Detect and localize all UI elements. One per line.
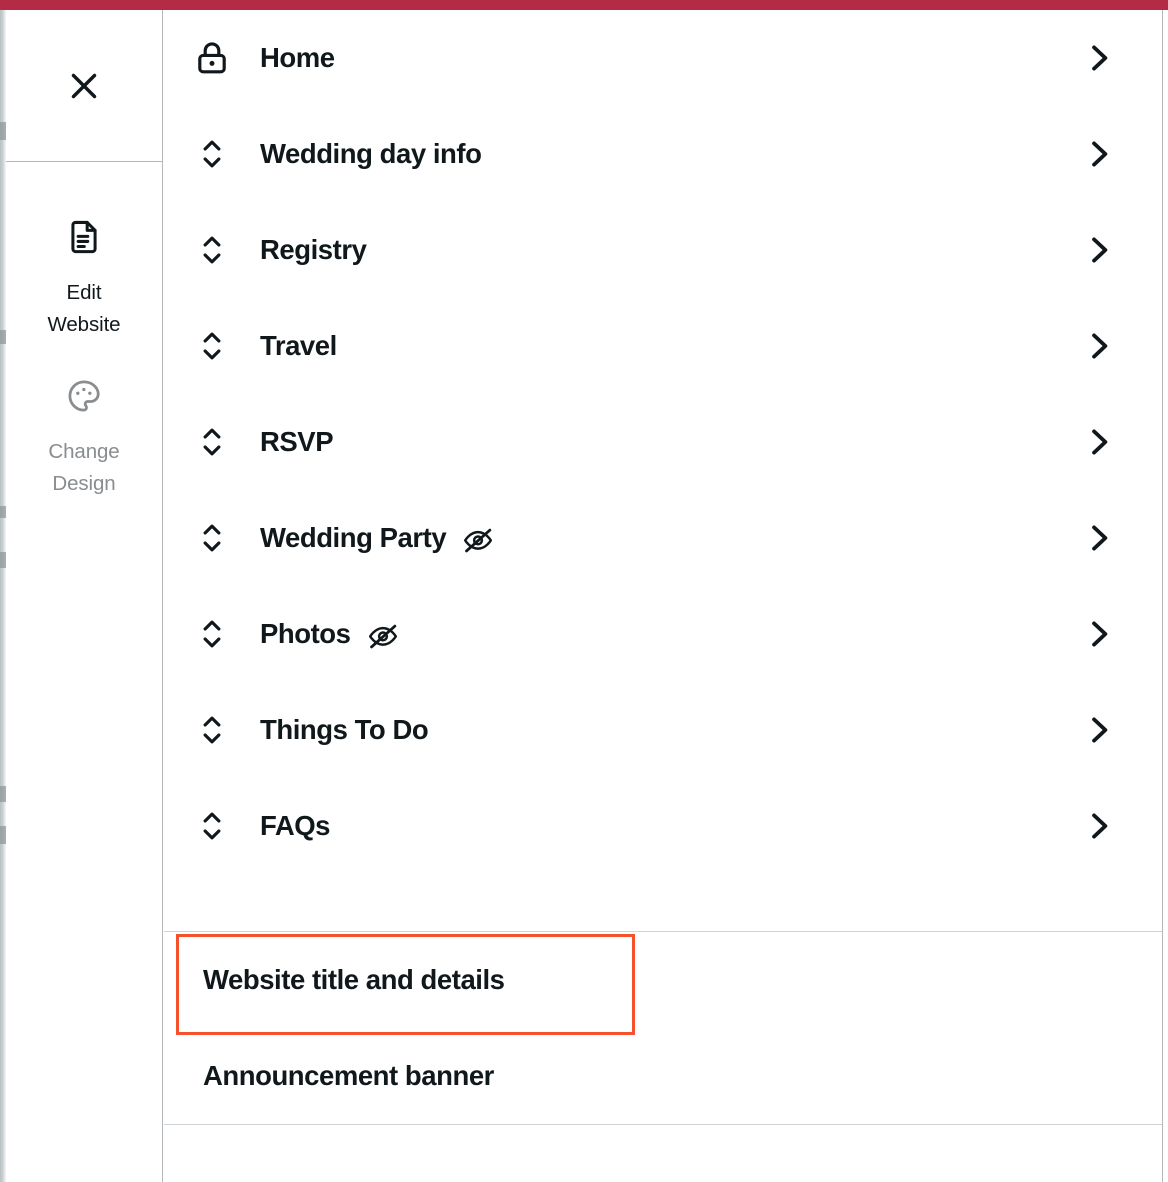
nav-row-lead-icon-cell — [164, 615, 260, 653]
settings-footer-divider — [164, 1124, 1162, 1182]
nav-row-chevron-button[interactable] — [1082, 713, 1116, 747]
nav-row[interactable]: Wedding Party — [164, 490, 1162, 586]
reorder-handle-icon[interactable] — [197, 135, 227, 173]
settings-row-label: Announcement banner — [203, 1060, 494, 1091]
top-bar — [0, 0, 1168, 10]
nav-row-lead-icon-cell — [164, 327, 260, 365]
chevron-right-icon — [1082, 809, 1116, 843]
chevron-right-icon — [1082, 41, 1116, 75]
chevron-right-icon — [1082, 233, 1116, 267]
nav-row-lead-icon-cell — [164, 231, 260, 269]
reorder-handle-icon[interactable] — [197, 423, 227, 461]
close-icon — [66, 68, 102, 104]
nav-row-chevron-button[interactable] — [1082, 233, 1116, 267]
nav-row-lead-icon-cell — [164, 807, 260, 845]
nav-row[interactable]: Travel — [164, 298, 1162, 394]
reorder-handle-icon[interactable] — [197, 231, 227, 269]
chevron-right-icon — [1082, 521, 1116, 555]
nav-row-label: RSVP — [260, 426, 334, 457]
nav-row-chevron-button[interactable] — [1082, 425, 1116, 459]
chevron-right-icon — [1082, 425, 1116, 459]
nav-row-label: Travel — [260, 330, 337, 361]
chevron-right-icon — [1082, 617, 1116, 651]
palette-icon — [65, 377, 103, 420]
screen-root: Edit Website Change Design Home Wedding d… — [0, 0, 1168, 1182]
document-icon — [65, 218, 103, 261]
nav-row-chevron-button[interactable] — [1082, 809, 1116, 843]
nav-row-chevron-button[interactable] — [1082, 521, 1116, 555]
nav-row-lead-icon-cell — [164, 519, 260, 557]
nav-row-label: FAQs — [260, 810, 331, 841]
reorder-handle-icon[interactable] — [197, 615, 227, 653]
nav-row-label: Home — [260, 42, 335, 73]
nav-row-chevron-button[interactable] — [1082, 329, 1116, 363]
reorder-handle-icon[interactable] — [197, 807, 227, 845]
nav-row[interactable]: RSVP — [164, 394, 1162, 490]
nav-row-lead-icon-cell — [164, 135, 260, 173]
nav-row-lead-icon-cell — [164, 423, 260, 461]
chevron-right-icon — [1082, 713, 1116, 747]
nav-row[interactable]: Registry — [164, 202, 1162, 298]
rail-item-label: Change — [48, 440, 120, 463]
rail-item-edit-website[interactable]: Edit Website — [6, 218, 162, 341]
nav-row[interactable]: Home — [164, 10, 1162, 106]
settings-row-label: Website title and details — [203, 964, 505, 995]
reorder-handle-icon[interactable] — [197, 327, 227, 365]
settings-row[interactable]: Website title and details — [164, 932, 1162, 1028]
rail-item-label: Website — [47, 313, 121, 336]
lock-icon — [193, 39, 231, 77]
close-panel-button[interactable] — [6, 10, 162, 162]
nav-row-label: Wedding day info — [260, 138, 482, 169]
chevron-right-icon — [1082, 137, 1116, 171]
reorder-handle-icon[interactable] — [197, 711, 227, 749]
left-icon-rail: Edit Website Change Design — [6, 10, 163, 1182]
nav-row[interactable]: Things To Do — [164, 682, 1162, 778]
nav-row-label: Wedding Party — [260, 522, 447, 553]
nav-row-lead-icon-cell — [164, 711, 260, 749]
nav-item-list: Home Wedding day info Registry Travel RSVP We… — [164, 10, 1162, 874]
rail-item-change-design[interactable]: Change Design — [6, 377, 162, 500]
rail-item-label: Edit — [66, 281, 102, 304]
nav-row[interactable]: Photos — [164, 586, 1162, 682]
navigation-panel: Home Wedding day info Registry Travel RSVP We… — [164, 10, 1163, 1182]
chevron-right-icon — [1082, 329, 1116, 363]
nav-row-label: Things To Do — [260, 714, 429, 745]
eye-off-icon[interactable] — [462, 524, 494, 556]
nav-row-lead-icon-cell — [164, 39, 260, 77]
settings-list: Website title and details Announcement ba… — [164, 931, 1162, 1182]
eye-off-icon[interactable] — [367, 620, 399, 652]
nav-row-label: Photos — [260, 618, 351, 649]
nav-row[interactable]: Wedding day info — [164, 106, 1162, 202]
rail-item-label: Design — [52, 472, 116, 495]
nav-row-chevron-button[interactable] — [1082, 137, 1116, 171]
rail-tool-list: Edit Website Change Design — [6, 162, 162, 500]
nav-row-label: Registry — [260, 234, 367, 265]
nav-row-chevron-button[interactable] — [1082, 617, 1116, 651]
nav-row[interactable]: FAQs — [164, 778, 1162, 874]
reorder-handle-icon[interactable] — [197, 519, 227, 557]
nav-row-chevron-button[interactable] — [1082, 41, 1116, 75]
settings-row[interactable]: Announcement banner — [164, 1028, 1162, 1124]
